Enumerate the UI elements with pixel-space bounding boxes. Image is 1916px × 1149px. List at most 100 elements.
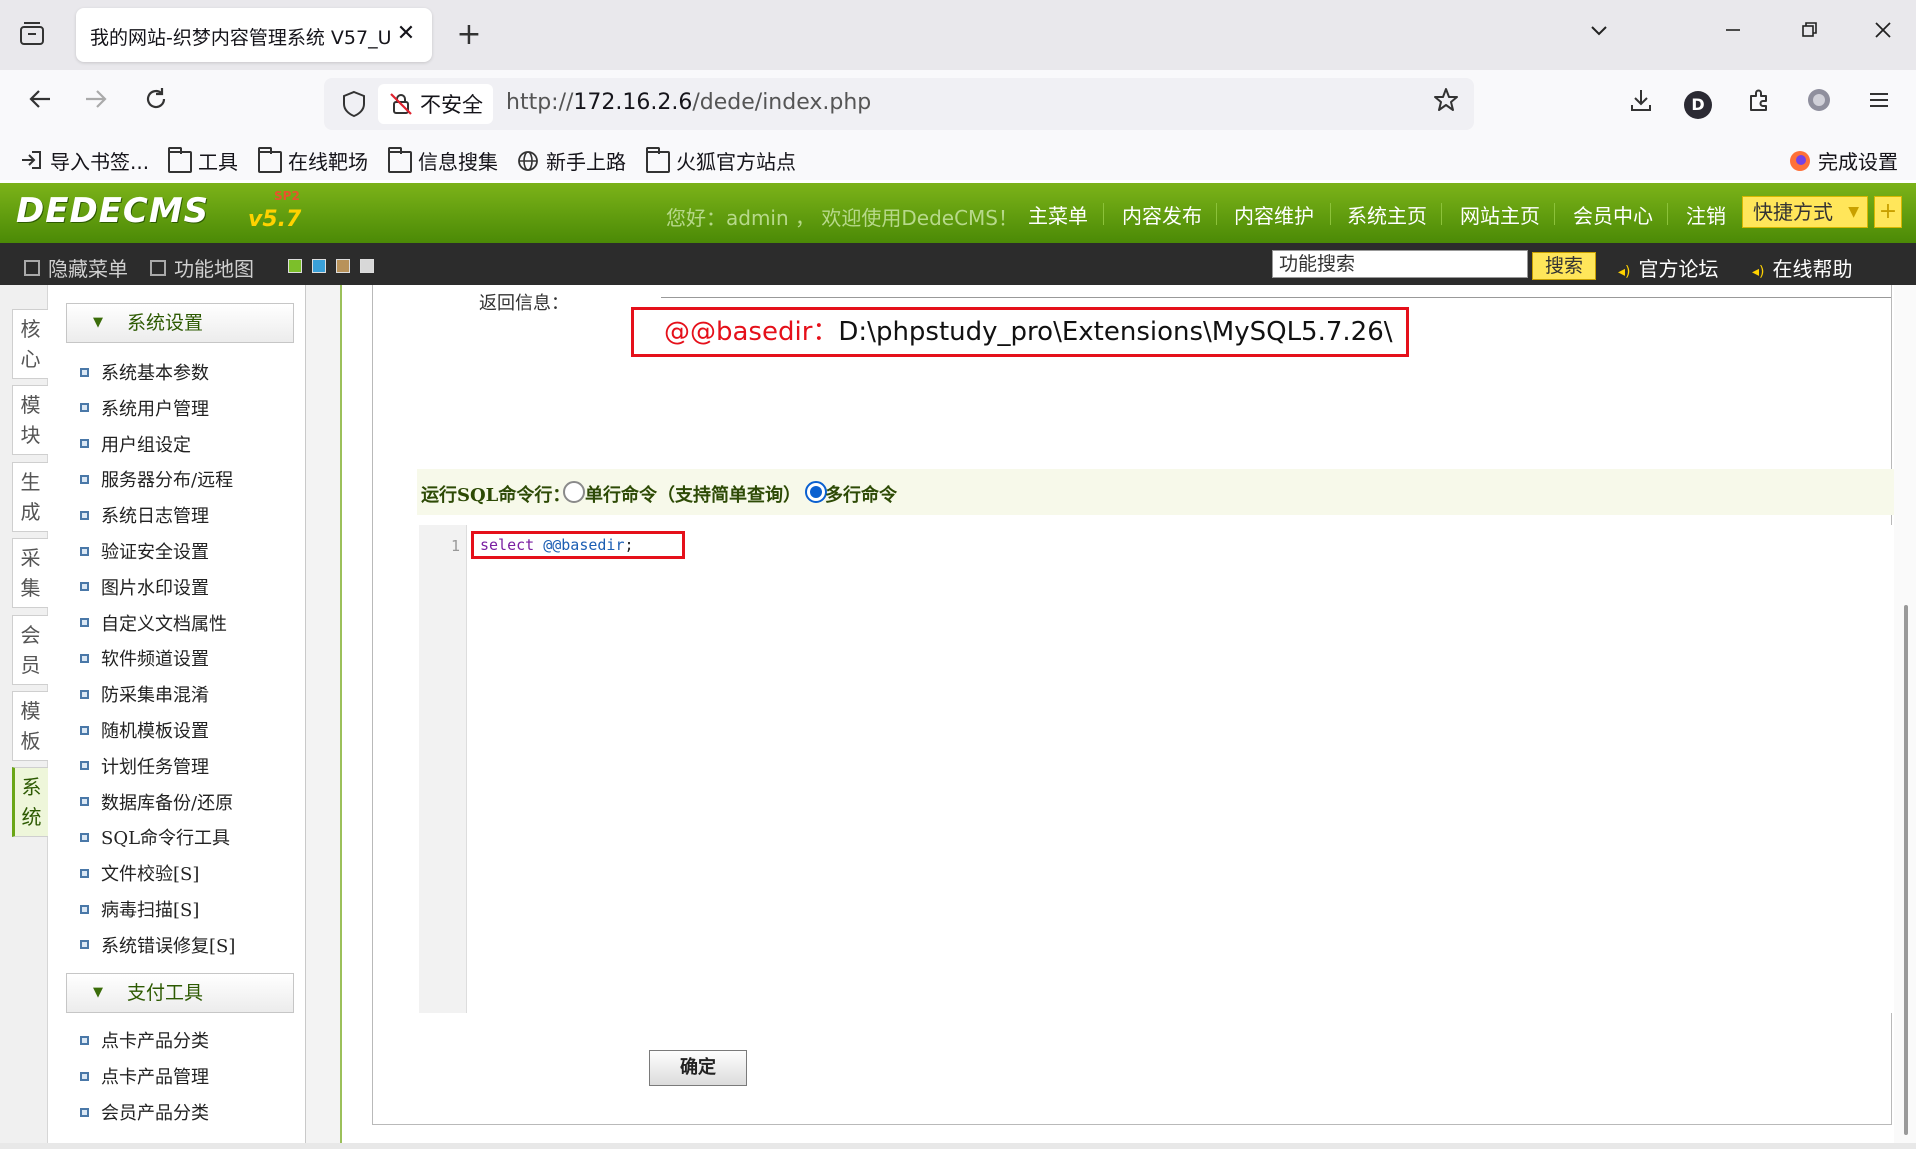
menu-item[interactable]: 服务器分布/远程 bbox=[80, 466, 233, 492]
menu-item[interactable]: 系统用户管理 bbox=[80, 395, 209, 421]
vtab-core[interactable]: 核心 bbox=[12, 309, 48, 379]
radio-multi-line-label[interactable]: 多行命令 bbox=[825, 481, 897, 507]
bookmark-label: 火狐官方站点 bbox=[676, 149, 796, 174]
radio-single-line-label[interactable]: 单行命令（支持简单查询） bbox=[585, 481, 801, 507]
menu-item-label: 病毒扫描[S] bbox=[101, 900, 200, 921]
collapse-triangle-icon: ▼ bbox=[93, 985, 103, 1000]
forward-arrow-icon[interactable] bbox=[76, 84, 116, 124]
scrollbar-thumb[interactable] bbox=[1904, 605, 1908, 1135]
menu-item-label: 验证安全设置 bbox=[101, 542, 209, 563]
menu-item[interactable]: 数据库备份/还原 bbox=[80, 789, 233, 815]
menu-item[interactable]: 点卡产品分类 bbox=[80, 1027, 209, 1053]
menu-item[interactable]: 点卡产品管理 bbox=[80, 1063, 209, 1089]
shortcut-dropdown[interactable]: 快捷方式 ▼ bbox=[1742, 196, 1868, 228]
nav-publish[interactable]: 内容发布 bbox=[1122, 200, 1202, 229]
main-scrollbar[interactable] bbox=[1894, 285, 1916, 1143]
extensions-icon[interactable] bbox=[1740, 86, 1778, 124]
hamburger-menu-icon[interactable] bbox=[1860, 86, 1898, 124]
insecure-label: 不安全 bbox=[420, 93, 483, 117]
menu-group-payment-tools[interactable]: ▼ 支付工具 bbox=[66, 973, 294, 1013]
nav-system-home[interactable]: 系统主页 bbox=[1347, 200, 1427, 229]
shield-icon[interactable] bbox=[338, 88, 370, 120]
minimize-icon[interactable] bbox=[1716, 18, 1750, 52]
finish-setup-link[interactable]: 完成设置 bbox=[1788, 146, 1898, 174]
reload-icon[interactable] bbox=[136, 84, 176, 124]
welcome-text: 您好：admin ， 欢迎使用DedeCMS！ bbox=[666, 206, 1019, 230]
bookmark-folder-recon[interactable]: 信息搜集 bbox=[388, 146, 498, 174]
menu-item[interactable]: 系统基本参数 bbox=[80, 359, 209, 385]
online-help-link[interactable]: ◂) 在线帮助 bbox=[1752, 253, 1853, 282]
bookmark-star-icon[interactable] bbox=[1428, 86, 1464, 122]
feature-search-button[interactable]: 搜索 bbox=[1532, 252, 1596, 280]
profile-avatar-icon[interactable]: D bbox=[1684, 91, 1712, 119]
menu-item[interactable]: 病毒扫描[S] bbox=[80, 896, 199, 922]
firefox-account-icon[interactable] bbox=[1800, 86, 1838, 124]
bookmark-folder-tools[interactable]: 工具 bbox=[168, 146, 238, 174]
code-line[interactable]: select @@basedir; bbox=[471, 531, 685, 559]
vtab-system[interactable]: 系统 bbox=[12, 767, 48, 837]
skin-green-swatch[interactable] bbox=[288, 259, 302, 273]
official-forum-link[interactable]: ◂) 官方论坛 bbox=[1618, 253, 1719, 282]
menu-item[interactable]: 防采集串混淆 bbox=[80, 681, 209, 707]
menu-item-label: SQL命令行工具 bbox=[101, 828, 231, 850]
vtab-member[interactable]: 会员 bbox=[12, 615, 48, 685]
feature-map-button[interactable]: 功能地图 bbox=[150, 253, 254, 282]
browser-tab-active[interactable]: 我的网站-织梦内容管理系统 V57_U ✕ bbox=[76, 8, 432, 62]
window-close-icon[interactable] bbox=[1866, 18, 1900, 52]
skin-brown-swatch[interactable] bbox=[336, 259, 350, 273]
menu-item[interactable]: 系统错误修复[S] bbox=[80, 932, 235, 958]
confirm-button[interactable]: 确定 bbox=[649, 1050, 747, 1086]
menu-group-system-settings[interactable]: ▼ 系统设置 bbox=[66, 303, 294, 343]
url-bar[interactable]: 不安全 http://172.16.2.6/dede/index.php bbox=[324, 78, 1474, 130]
module-vertical-tabs: 核心 模块 生成 采集 会员 模板 系统 bbox=[0, 285, 48, 1143]
menu-item[interactable]: 软件频道设置 bbox=[80, 645, 209, 671]
nav-main-menu[interactable]: 主菜单 bbox=[1028, 200, 1088, 229]
menu-splitter[interactable] bbox=[306, 285, 342, 1143]
menu-item[interactable]: SQL命令行工具 bbox=[80, 824, 230, 850]
tab-close-icon[interactable]: ✕ bbox=[392, 20, 420, 48]
hide-menu-button[interactable]: 隐藏菜单 bbox=[24, 253, 128, 282]
menu-item[interactable]: 计划任务管理 bbox=[80, 753, 209, 779]
bookmark-getting-started[interactable]: 新手上路 bbox=[516, 146, 626, 174]
back-arrow-icon[interactable] bbox=[20, 84, 60, 124]
vtab-module[interactable]: 模块 bbox=[12, 385, 48, 455]
vtab-collect[interactable]: 采集 bbox=[12, 538, 48, 608]
menu-item[interactable]: 会员产品分类 bbox=[80, 1099, 209, 1125]
bookmark-import[interactable]: 导入书签... bbox=[20, 146, 149, 174]
radio-multi-line[interactable] bbox=[805, 481, 827, 503]
menu-item-label: 系统日志管理 bbox=[101, 506, 209, 528]
vtab-template[interactable]: 模板 bbox=[12, 691, 48, 761]
menu-item[interactable]: 自定义文档属性 bbox=[80, 610, 227, 636]
sql-editor[interactable]: 1 select @@basedir; bbox=[419, 525, 1907, 1013]
menu-item[interactable]: 图片水印设置 bbox=[80, 574, 209, 600]
menu-item[interactable]: 验证安全设置 bbox=[80, 538, 209, 564]
sql-variable: @@basedir bbox=[543, 536, 625, 554]
vtab-generate[interactable]: 生成 bbox=[12, 462, 48, 532]
feature-search-input[interactable]: 功能搜索 bbox=[1272, 250, 1528, 278]
skin-gray-swatch[interactable] bbox=[360, 259, 374, 273]
skin-blue-swatch[interactable] bbox=[312, 259, 326, 273]
nav-member-center[interactable]: 会员中心 bbox=[1573, 200, 1653, 229]
nav-logout[interactable]: 注销 bbox=[1686, 200, 1726, 229]
nav-maintain[interactable]: 内容维护 bbox=[1234, 200, 1314, 229]
url-text[interactable]: http://172.16.2.6/dede/index.php bbox=[506, 90, 871, 115]
radio-single-line[interactable] bbox=[563, 481, 585, 503]
menu-item[interactable]: 文件校验[S] bbox=[80, 860, 199, 886]
insecure-connection-chip[interactable]: 不安全 bbox=[378, 84, 493, 124]
bookmark-folder-range[interactable]: 在线靶场 bbox=[258, 146, 368, 174]
square-bullet-icon bbox=[80, 832, 89, 842]
restore-icon[interactable] bbox=[1792, 18, 1826, 52]
tab-list-icon[interactable] bbox=[16, 20, 48, 52]
menu-item[interactable]: 用户组设定 bbox=[80, 431, 191, 457]
list-all-tabs-icon[interactable] bbox=[1582, 18, 1616, 52]
nav-site-home[interactable]: 网站主页 bbox=[1460, 200, 1540, 229]
menu-item[interactable]: 系统日志管理 bbox=[80, 502, 209, 528]
download-icon[interactable] bbox=[1622, 86, 1660, 124]
bookmark-folder-firefox[interactable]: 火狐官方站点 bbox=[646, 146, 796, 174]
hide-menu-label: 隐藏菜单 bbox=[48, 257, 128, 281]
add-shortcut-button[interactable]: + bbox=[1874, 196, 1902, 228]
new-tab-button[interactable]: + bbox=[452, 18, 486, 52]
menu-item-label: 点卡产品管理 bbox=[101, 1067, 209, 1088]
nav-divider bbox=[1103, 203, 1104, 225]
menu-item[interactable]: 随机模板设置 bbox=[80, 717, 209, 743]
